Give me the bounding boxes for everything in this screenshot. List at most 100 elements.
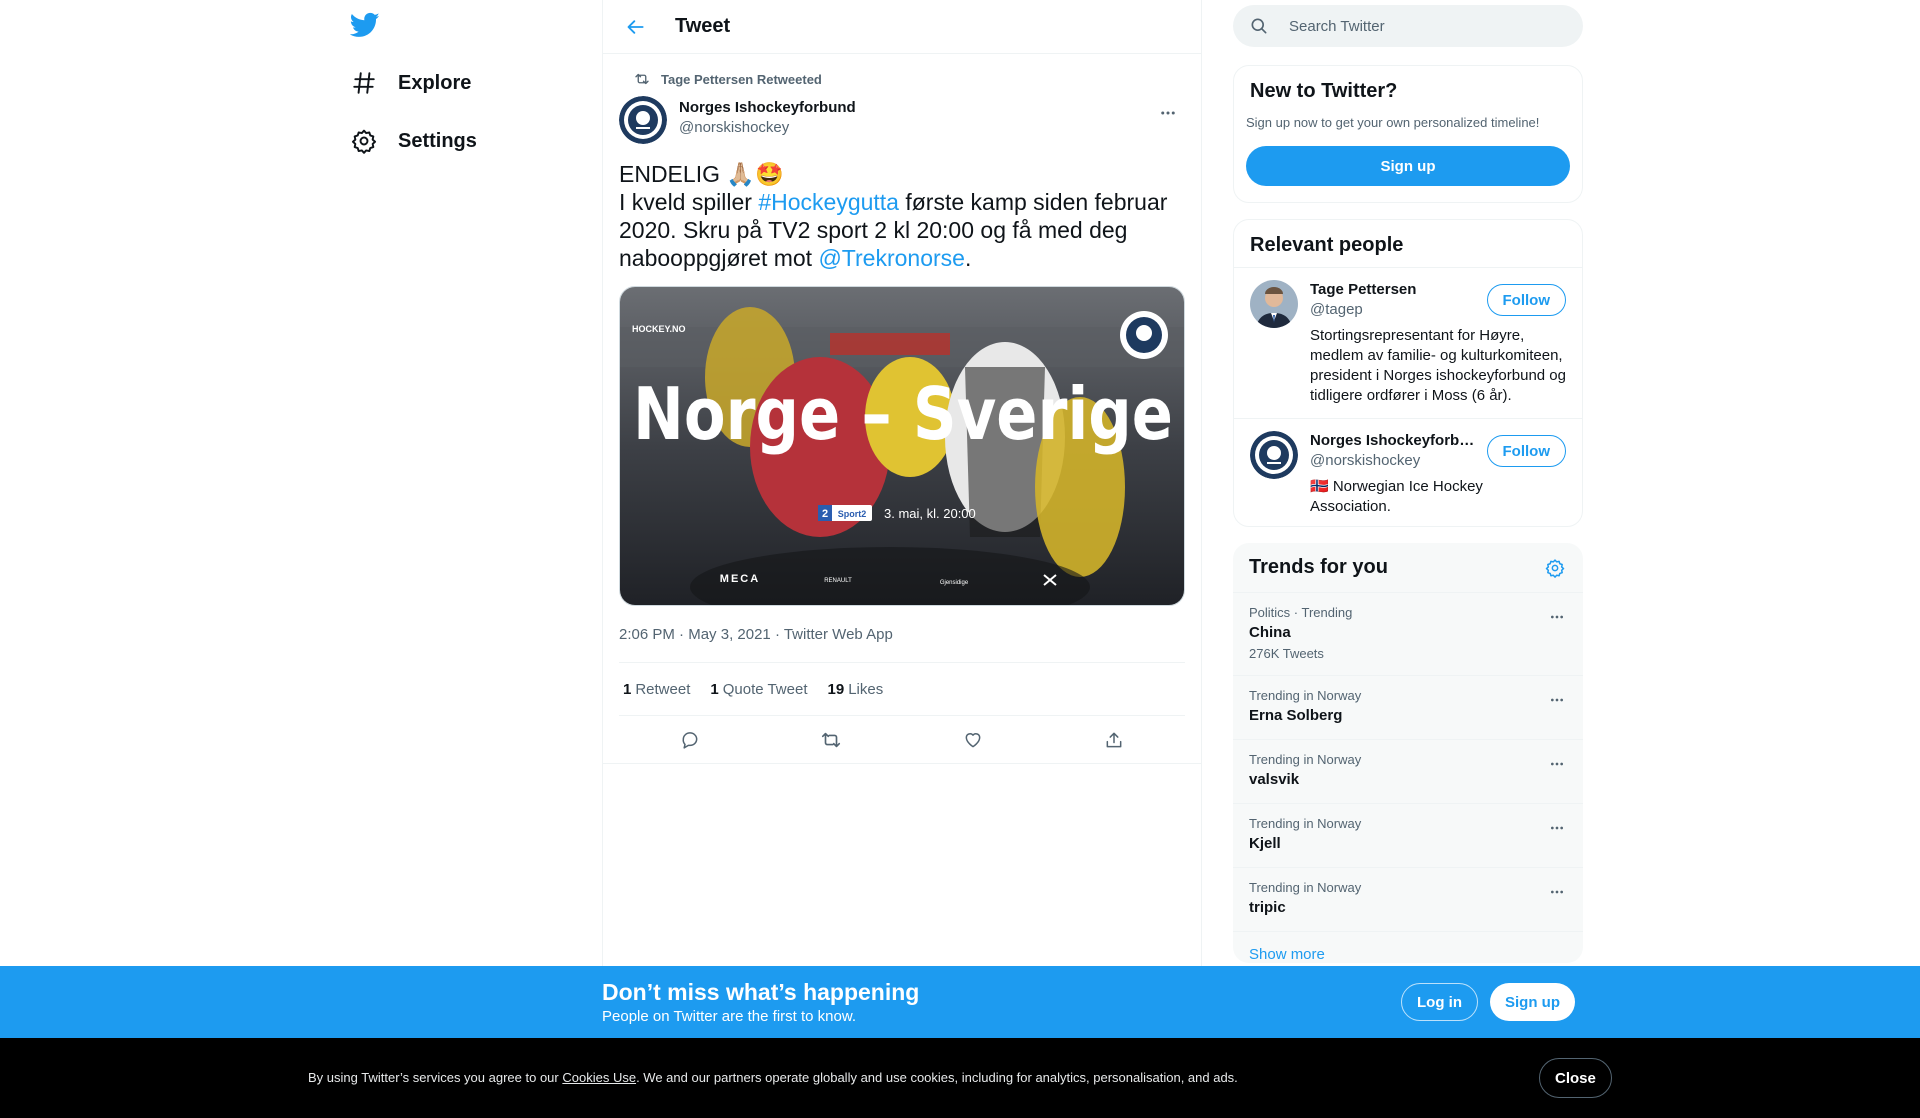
trend-name: China [1249,624,1291,641]
new-to-twitter-card: New to Twitter? Sign up now to get your … [1233,65,1583,203]
tweet-more-button[interactable] [1151,96,1185,130]
tweet-stats: 1 Retweet 1 Quote Tweet 19 Likes [619,662,1185,716]
trend-more-button[interactable] [1545,880,1569,904]
person-name[interactable]: Tage Pettersen [1310,280,1475,300]
trend-item[interactable]: Trending in Norway valsvik [1233,740,1583,804]
login-button[interactable]: Log in [1401,983,1478,1021]
relevant-people-card: Relevant people Tage Pettersen @tagep St… [1233,219,1583,527]
nav-label-explore: Explore [398,71,472,94]
trend-meta: Trending in Norway [1249,688,1362,703]
banner-signup-button[interactable]: Sign up [1490,983,1575,1021]
trends-header: Trends for you [1233,543,1583,593]
reply-button[interactable] [672,722,708,758]
cookie-close-button[interactable]: Close [1539,1058,1612,1098]
share-button[interactable] [1096,722,1132,758]
heart-icon [965,732,981,747]
page-title: Tweet [675,15,731,37]
share-icon [1106,732,1122,747]
more-dots-icon [1551,762,1563,766]
trend-name: tripic [1249,899,1286,916]
cookie-text: By using Twitter’s services you agree to… [308,1070,1238,1085]
cookie-bar: By using Twitter’s services you agree to… [0,1038,1920,1118]
trend-more-button[interactable] [1545,688,1569,712]
tweet-media-image[interactable]: HOCKEY.NO Norge – Sverige 2 Sport2 3. ma… [619,286,1185,606]
trend-item[interactable]: Trending in Norway Kjell [1233,804,1583,868]
search-icon [1251,18,1267,34]
media-logo-badge [1120,311,1168,359]
relevant-people-title: Relevant people [1234,220,1582,268]
like-button[interactable] [955,722,991,758]
tweet: Tage Pettersen Retweeted Norges Ishockey… [603,54,1201,764]
new-to-twitter-title: New to Twitter? [1250,80,1398,102]
follow-button[interactable]: Follow [1486,435,1566,467]
trends-card: Trends for you Politics · Trending China… [1233,543,1583,963]
nav-label-settings: Settings [398,129,477,152]
back-button[interactable] [619,10,653,44]
trend-count: 276K Tweets [1249,646,1324,661]
trend-name: Erna Solberg [1249,707,1343,724]
retweet-icon [822,732,841,747]
person-bio: 🇳🇴 Norwegian Ice Hockey Association. [1310,478,1483,515]
nav-item-settings[interactable]: Settings [350,121,477,161]
hashtag-icon [350,69,378,97]
main-header: Tweet [603,0,1201,54]
more-dots-icon [1551,890,1563,894]
svg-text:2: 2 [822,508,828,520]
media-date-text: 3. mai, kl. 20:00 [884,506,976,521]
author-name[interactable]: Norges Ishockeyforbund [679,98,856,118]
person-item[interactable]: Norges Ishockeyforbund @norskishockey 🇳🇴… [1234,419,1582,529]
tweet-time[interactable]: 2:06 PM [619,626,675,643]
person-item[interactable]: Tage Pettersen @tagep Stortingsrepresent… [1234,268,1582,419]
trend-more-button[interactable] [1545,752,1569,776]
search-input[interactable] [1289,17,1549,35]
tweet-date[interactable]: May 3, 2021 [688,626,771,643]
cookie-text-post: . We and our partners operate globally a… [636,1070,1238,1085]
more-dots-icon [1551,826,1563,830]
hashtag-link[interactable]: #Hockeygutta [758,189,899,215]
tweet-timestamp: 2:06 PM · May 3, 2021 · Twitter Web App [619,626,893,643]
more-dots-icon [1551,698,1563,702]
retweets-count: 1 [623,680,632,698]
likes-count: 19 [827,680,845,698]
avatar[interactable] [1250,431,1298,479]
avatar[interactable] [1250,280,1298,328]
retweets-stat[interactable]: 1 Retweet [623,681,690,698]
quote-tweets-stat[interactable]: 1 Quote Tweet [710,681,807,698]
nav-item-explore[interactable]: Explore [350,63,471,103]
trend-meta: Trending in Norway [1249,752,1362,767]
show-more-link[interactable]: Show more [1233,932,1583,963]
person-name[interactable]: Norges Ishockeyforbund [1310,431,1475,451]
signup-banner: Don’t miss what’s happening People on Tw… [0,966,1920,1038]
media-sponsor: Gjensidige [940,580,969,586]
gear-icon [1545,558,1565,578]
cookies-use-link[interactable]: Cookies Use [562,1070,636,1085]
twitter-logo-icon[interactable] [349,10,380,40]
trend-meta: Politics · Trending [1249,605,1353,620]
trend-item[interactable]: Trending in Norway tripic [1233,868,1583,932]
trends-settings-button[interactable] [1543,556,1567,580]
tweet-source[interactable]: Twitter Web App [784,626,893,643]
more-dots-icon [1161,111,1175,115]
tweet-line-1: ENDELIG 🙏🏼🤩 [619,161,784,187]
author-handle[interactable]: @norskishockey [679,118,856,138]
media-sponsor: MECA [720,573,760,585]
retweet-context[interactable]: Tage Pettersen Retweeted [619,54,1185,92]
tweet-text: ENDELIG 🙏🏼🤩 I kveld spiller #Hockeygutta… [619,160,1185,272]
likes-stat[interactable]: 19 Likes [828,681,884,698]
trend-more-button[interactable] [1545,605,1569,629]
retweet-context-label: Tage Pettersen Retweeted [661,71,822,87]
retweet-button[interactable] [813,722,849,758]
author-avatar[interactable] [619,96,667,144]
signup-button[interactable]: Sign up [1246,146,1570,186]
trend-meta: Trending in Norway [1249,816,1362,831]
follow-button[interactable]: Follow [1486,284,1566,316]
search-box[interactable] [1233,5,1583,47]
svg-text:HOCKEY.NO: HOCKEY.NO [632,324,686,334]
reply-icon [682,731,698,749]
trend-item[interactable]: Politics · Trending China 276K Tweets [1233,593,1583,676]
trend-item[interactable]: Trending in Norway Erna Solberg [1233,676,1583,740]
trend-more-button[interactable] [1545,816,1569,840]
arrow-left-icon [627,19,644,34]
more-dots-icon [1551,615,1563,619]
mention-link[interactable]: @Trekronorse [818,245,964,271]
